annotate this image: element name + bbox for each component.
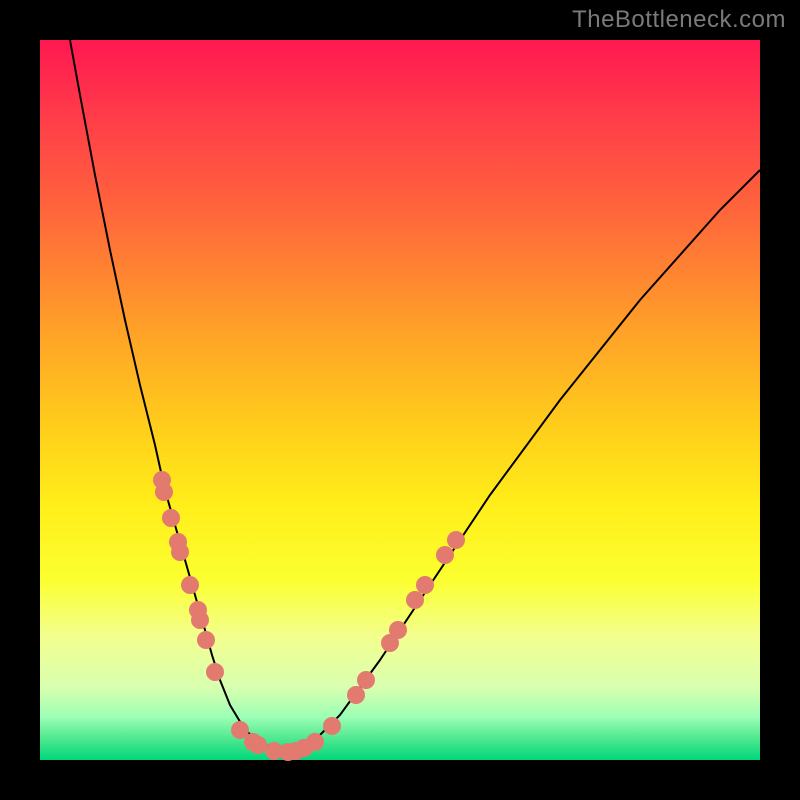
data-point — [206, 663, 224, 681]
bottleneck-curve — [70, 40, 760, 752]
data-point — [357, 671, 375, 689]
data-point — [181, 576, 199, 594]
data-point — [162, 509, 180, 527]
data-point — [447, 531, 465, 549]
data-point — [249, 736, 267, 754]
data-point — [347, 686, 365, 704]
chart-svg — [40, 40, 760, 760]
data-point — [406, 591, 424, 609]
data-point — [155, 483, 173, 501]
data-point — [416, 576, 434, 594]
data-point — [323, 717, 341, 735]
data-point — [306, 733, 324, 751]
scatter-dots — [153, 471, 465, 761]
chart-frame: TheBottleneck.com — [0, 0, 800, 800]
data-point — [389, 621, 407, 639]
data-point — [436, 546, 454, 564]
data-point — [197, 631, 215, 649]
data-point — [171, 543, 189, 561]
plot-area — [40, 40, 760, 760]
watermark-text: TheBottleneck.com — [572, 6, 786, 34]
data-point — [191, 611, 209, 629]
